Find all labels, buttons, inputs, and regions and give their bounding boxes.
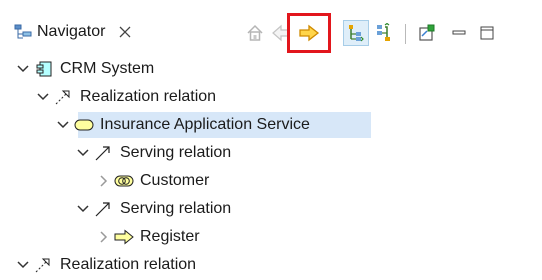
realization-relation-icon [35, 258, 50, 273]
pin-button[interactable] [414, 20, 440, 46]
tab-title: Navigator [37, 23, 106, 40]
chevron-right-icon[interactable] [96, 230, 110, 244]
process-icon [114, 229, 134, 245]
forward-button[interactable] [287, 13, 331, 53]
children-hierarchy-icon [349, 25, 364, 42]
realization-relation-icon [55, 90, 70, 105]
tree-item[interactable]: Realization relation [36, 83, 216, 111]
business-service-icon [114, 175, 134, 187]
serving-relation-icon [95, 146, 110, 161]
home-button[interactable] [242, 20, 268, 46]
show-children-toggle[interactable] [343, 20, 369, 46]
chevron-down-icon[interactable] [76, 202, 90, 216]
tree-item[interactable]: Serving relation [76, 195, 231, 223]
tree-item-label: Realization relation [80, 88, 217, 105]
minimize-button[interactable] [446, 20, 472, 46]
maximize-icon [480, 26, 494, 40]
pin-view-icon [419, 24, 435, 41]
tree-item-label: Register [140, 228, 200, 245]
navigator-view: Navigator CRM System Realization relatio… [0, 0, 542, 280]
chevron-right-icon[interactable] [96, 174, 110, 188]
tree-item[interactable]: Customer [96, 167, 209, 195]
tree-item-label: Insurance Application Service [100, 116, 310, 133]
chevron-down-icon[interactable] [76, 146, 90, 160]
show-parents-toggle[interactable] [371, 20, 397, 46]
tree-item-label: Customer [140, 172, 210, 189]
maximize-button[interactable] [474, 20, 500, 46]
toolbar-separator [405, 24, 406, 44]
tree-item[interactable]: Register [96, 223, 200, 251]
tree-item-label: Realization relation [60, 256, 197, 273]
chevron-down-icon[interactable] [16, 258, 30, 272]
tree-item-label: Serving relation [120, 200, 232, 217]
application-service-icon [74, 119, 94, 131]
tree-item[interactable]: Serving relation [76, 139, 231, 167]
tree-item-label: Serving relation [120, 144, 232, 161]
minimize-icon [452, 30, 466, 35]
navigator-header: Navigator [0, 0, 542, 53]
chevron-down-icon[interactable] [16, 62, 30, 76]
close-icon[interactable] [117, 24, 133, 40]
chevron-down-icon[interactable] [56, 118, 70, 132]
navigator-tab[interactable]: Navigator [14, 20, 133, 44]
tree-item-label: CRM System [60, 60, 155, 77]
chevron-down-icon[interactable] [36, 90, 50, 104]
serving-relation-icon [95, 202, 110, 217]
tree-item[interactable]: CRM System [16, 55, 154, 83]
forward-arrow-icon [299, 24, 320, 42]
tree-item[interactable]: Insurance Application Service [56, 111, 371, 139]
home-icon [247, 24, 263, 41]
navigator-view-icon [14, 24, 32, 39]
application-component-icon [36, 61, 52, 77]
tree-item[interactable]: Realization relation [16, 251, 196, 279]
parents-hierarchy-icon [377, 23, 390, 41]
